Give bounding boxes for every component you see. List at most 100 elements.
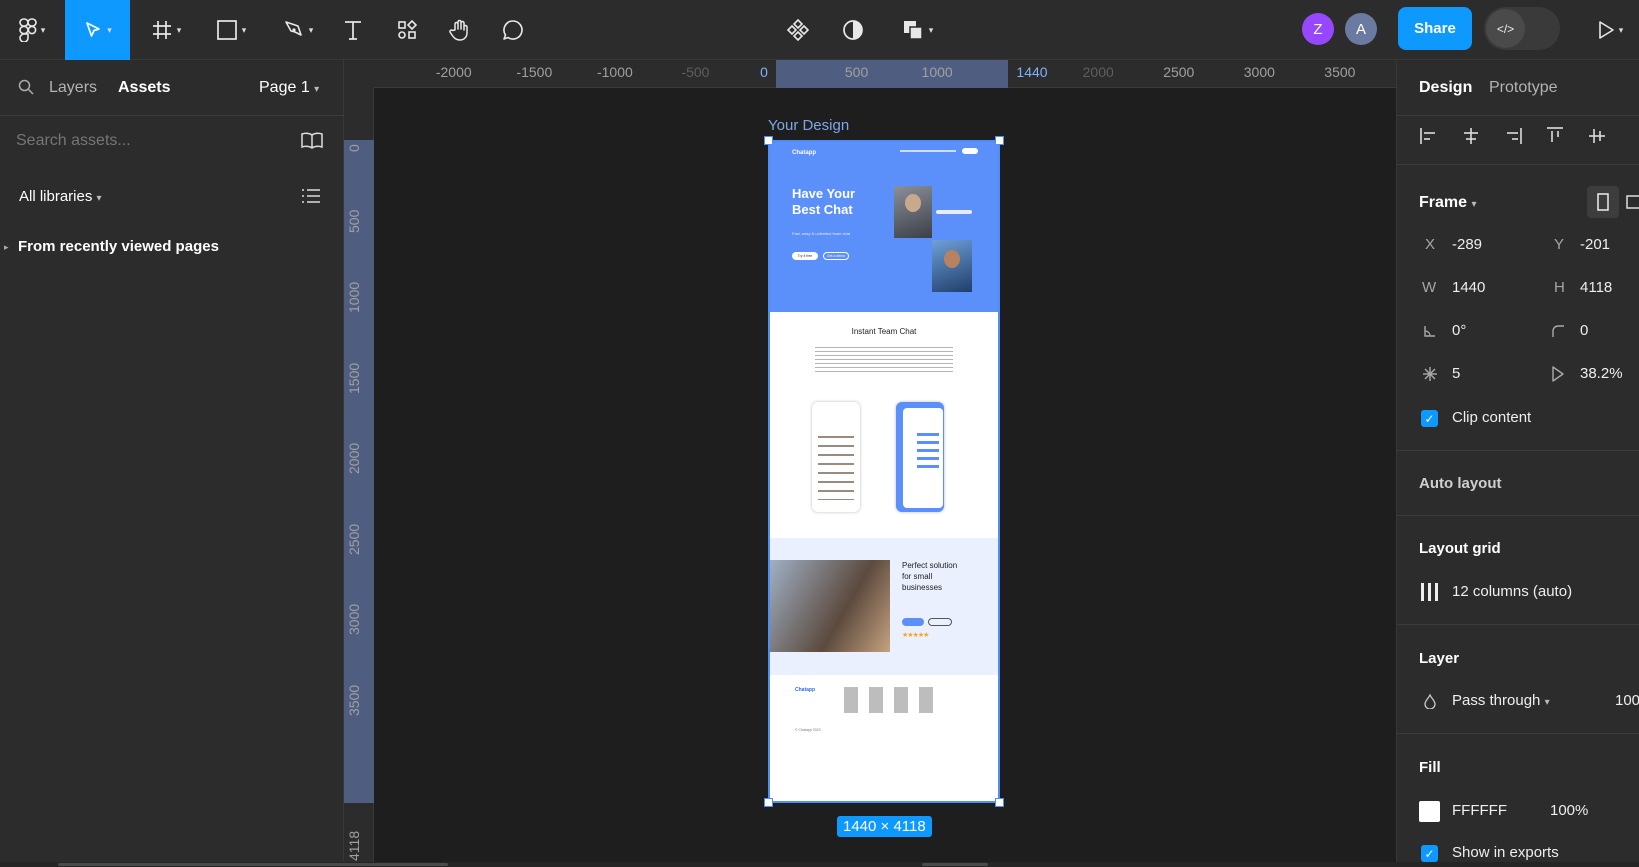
section-title-line: for small bbox=[902, 572, 933, 581]
ruler-selection-highlight bbox=[776, 60, 1008, 88]
page-selector-label: Page 1 bbox=[259, 79, 310, 96]
main-menu-button[interactable]: ▾ bbox=[8, 0, 56, 60]
book-icon[interactable] bbox=[300, 132, 324, 150]
share-button[interactable]: Share bbox=[1398, 7, 1472, 50]
height-input[interactable]: 4118 bbox=[1580, 279, 1612, 296]
avatar[interactable]: Z bbox=[1302, 13, 1334, 45]
resize-handle[interactable] bbox=[995, 798, 1004, 807]
scrollbar-thumb[interactable] bbox=[922, 863, 988, 866]
face-shape bbox=[905, 194, 921, 212]
count-input[interactable]: 5 bbox=[1452, 365, 1460, 382]
page-selector[interactable]: Page 1 ▾ bbox=[259, 79, 319, 97]
portrait-orientation-button[interactable] bbox=[1587, 186, 1619, 218]
canvas[interactable]: -2000 -1500 -1000 -500 0 500 1000 1440 2000 2500 3… bbox=[344, 60, 1396, 867]
vertical-ruler: 0 500 1000 1500 2000 2500 3000 3500 4118 bbox=[344, 88, 374, 867]
layer-opacity-input[interactable]: 100 bbox=[1615, 692, 1639, 709]
x-input[interactable]: -289 bbox=[1452, 236, 1482, 253]
fill-section: Fill bbox=[1419, 759, 1441, 776]
align-right-icon[interactable] bbox=[1503, 126, 1523, 146]
resize-handle[interactable] bbox=[995, 136, 1004, 145]
fill-hex-input[interactable]: FFFFFF bbox=[1452, 802, 1507, 819]
horizontal-scrollbar[interactable] bbox=[0, 862, 1639, 867]
ruler-label: 1440 bbox=[1016, 64, 1048, 80]
section-title: Perfect solution for small businesses bbox=[902, 560, 957, 593]
hand-tool-button[interactable] bbox=[443, 0, 477, 60]
play-icon bbox=[1598, 21, 1614, 39]
align-top-icon[interactable] bbox=[1545, 126, 1565, 146]
divider bbox=[1397, 115, 1639, 116]
ruler-label: 500 bbox=[346, 209, 362, 233]
corner-radius-input[interactable]: 0 bbox=[1580, 322, 1588, 339]
left-panel: Layers Assets Page 1 ▾ All libraries ▾ ▸… bbox=[0, 60, 344, 867]
avatar[interactable]: A bbox=[1345, 13, 1377, 45]
fill-opacity-input[interactable]: 100% bbox=[1550, 802, 1588, 819]
tab-layers[interactable]: Layers bbox=[49, 79, 97, 97]
text-tool-button[interactable] bbox=[336, 0, 370, 60]
ruler-label: 2500 bbox=[346, 523, 362, 555]
section-title-line: Perfect solution bbox=[902, 561, 958, 570]
divider bbox=[0, 115, 344, 116]
libraries-dropdown[interactable]: All libraries ▾ bbox=[19, 188, 102, 205]
present-button[interactable]: ▾ bbox=[1586, 0, 1634, 60]
hero-subtitle: Fast, easy & unlimited team chat bbox=[792, 231, 851, 236]
rotation-icon bbox=[1424, 326, 1435, 337]
grid-columns-icon[interactable] bbox=[1420, 582, 1440, 602]
rating-stars: ★★★★★ bbox=[902, 632, 929, 639]
hero-section: Chatapp Have Your Best Chat Fast, easy &… bbox=[770, 142, 998, 312]
list-view-icon[interactable] bbox=[302, 188, 320, 204]
resources-button[interactable] bbox=[390, 0, 424, 60]
resize-handle[interactable] bbox=[764, 798, 773, 807]
components-icon bbox=[398, 19, 418, 39]
divider bbox=[1397, 733, 1639, 734]
width-input[interactable]: 1440 bbox=[1452, 279, 1485, 296]
shape-tool-button[interactable]: ▾ bbox=[205, 0, 257, 60]
portrait-icon bbox=[1597, 193, 1609, 211]
landscape-icon[interactable] bbox=[1626, 195, 1639, 209]
tab-prototype[interactable]: Prototype bbox=[1489, 79, 1557, 97]
frame-tool-button[interactable]: ▾ bbox=[140, 0, 192, 60]
y-input[interactable]: -201 bbox=[1580, 236, 1610, 253]
chat-bubble bbox=[936, 210, 972, 214]
design-frame[interactable]: Chatapp Have Your Best Chat Fast, easy &… bbox=[768, 140, 1000, 803]
comment-tool-button[interactable] bbox=[496, 0, 530, 60]
divider bbox=[1397, 164, 1639, 165]
align-middle-icon[interactable] bbox=[1587, 126, 1607, 146]
frame-name-label[interactable]: Your Design bbox=[768, 117, 849, 134]
create-component-button[interactable] bbox=[781, 0, 815, 60]
ratio-input[interactable]: 38.2% bbox=[1580, 365, 1623, 382]
fill-color-swatch[interactable] bbox=[1419, 801, 1440, 822]
divider bbox=[1397, 624, 1639, 625]
clip-content-checkbox[interactable]: ✓ bbox=[1421, 410, 1438, 427]
chevron-down-icon: ▾ bbox=[176, 24, 182, 35]
auto-layout-section[interactable]: Auto layout bbox=[1419, 475, 1502, 492]
resize-handle[interactable] bbox=[764, 136, 773, 145]
align-left-icon[interactable] bbox=[1419, 126, 1439, 146]
recent-pages-section[interactable]: From recently viewed pages bbox=[18, 238, 219, 255]
mask-button[interactable] bbox=[836, 0, 870, 60]
libraries-label: All libraries bbox=[19, 188, 93, 205]
scrollbar-thumb[interactable] bbox=[58, 863, 448, 866]
blend-mode-dropdown[interactable]: Pass through ▾ bbox=[1452, 692, 1550, 709]
w-label: W bbox=[1422, 279, 1437, 296]
show-in-exports-checkbox[interactable]: ✓ bbox=[1421, 845, 1438, 862]
chevron-down-icon: ▾ bbox=[96, 193, 102, 204]
rotation-input[interactable]: 0° bbox=[1452, 322, 1466, 339]
tab-assets[interactable]: Assets bbox=[118, 79, 170, 97]
blend-drop-icon bbox=[1424, 694, 1436, 709]
chevron-down-icon: ▾ bbox=[308, 24, 314, 35]
search-input[interactable] bbox=[16, 125, 286, 157]
move-tool-button[interactable]: ▾ bbox=[65, 0, 130, 60]
frame-section-title[interactable]: Frame ▾ bbox=[1419, 194, 1477, 212]
align-center-icon[interactable] bbox=[1461, 126, 1481, 146]
dev-mode-toggle[interactable]: </> bbox=[1484, 7, 1560, 50]
tab-design[interactable]: Design bbox=[1419, 79, 1472, 97]
chevron-right-icon[interactable]: ▸ bbox=[4, 242, 9, 253]
chevron-down-icon: ▾ bbox=[40, 24, 46, 35]
layout-grid-value[interactable]: 12 columns (auto) bbox=[1452, 583, 1572, 600]
hero-title: Have Your Best Chat bbox=[792, 186, 855, 218]
pen-tool-button[interactable]: ▾ bbox=[272, 0, 324, 60]
ruler-label: 2500 bbox=[1163, 64, 1195, 80]
comment-icon bbox=[503, 20, 523, 40]
boolean-ops-button[interactable]: ▾ bbox=[892, 0, 942, 60]
layout-grid-section[interactable]: Layout grid bbox=[1419, 540, 1501, 557]
